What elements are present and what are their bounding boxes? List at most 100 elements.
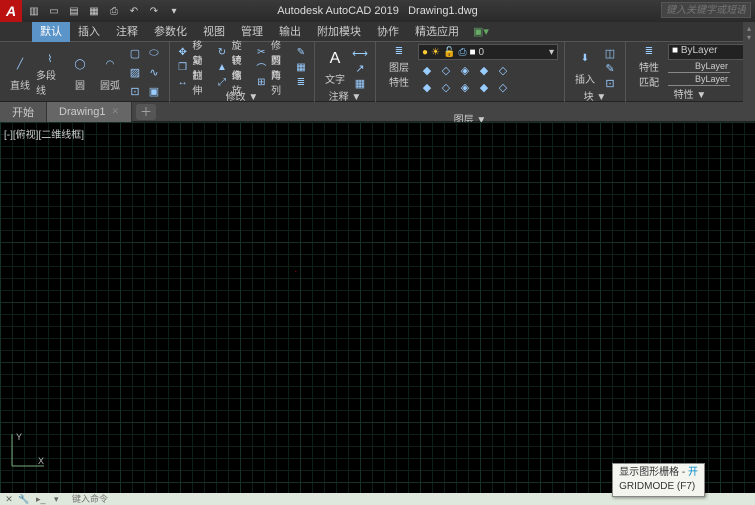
- color-swatch-icon: ■: [469, 47, 475, 58]
- panel-block-label[interactable]: 块 ▼: [571, 88, 619, 104]
- layer-tool-1[interactable]: ◆: [418, 61, 436, 79]
- explode-icon: ▦: [294, 60, 308, 74]
- layer-tool-8[interactable]: ◈: [456, 78, 474, 96]
- panel-modify-label[interactable]: 修改 ▼: [176, 88, 308, 104]
- brush-icon: ✎: [294, 45, 308, 59]
- ucs-icon[interactable]: Y X: [8, 430, 48, 473]
- tooltip-title: 显示图形栅格: [619, 467, 679, 478]
- panel-props: ≣特性 匹配 ■ ByLayer ByLayer ByLayer 特性 ▼: [626, 42, 755, 102]
- panel-draw: ╱直线 ⌇多段线 ◯圆 ◠圆弧 ▢ ⬭ ▨ ∿ ⊡ ▣ 绘图 ▼: [0, 42, 170, 102]
- extra1-button[interactable]: ✎: [294, 44, 308, 60]
- tab-annotate[interactable]: 注释: [108, 22, 146, 42]
- layer-tool-3[interactable]: ◈: [456, 61, 474, 79]
- layer-tool-7[interactable]: ◇: [437, 78, 455, 96]
- document-tabs: 开始 Drawing1✕ ＋: [0, 102, 755, 122]
- hatch-icon[interactable]: ▨: [126, 63, 144, 81]
- qat-open-icon[interactable]: ▭: [46, 3, 62, 19]
- layer-props-button[interactable]: ≣图层 特性: [382, 44, 416, 84]
- text-button[interactable]: A文字: [321, 46, 349, 86]
- color-dropdown[interactable]: ■ ByLayer: [668, 44, 748, 60]
- panel-props-label[interactable]: 特性 ▼: [632, 86, 748, 102]
- ucs-y-label: Y: [16, 432, 22, 442]
- tab-addins[interactable]: 附加模块: [309, 22, 369, 42]
- tab-insert[interactable]: 插入: [70, 22, 108, 42]
- plus-icon: ＋: [140, 103, 152, 120]
- app-name: Autodesk AutoCAD 2019: [277, 5, 399, 17]
- layer-tool-4[interactable]: ◆: [475, 61, 493, 79]
- qat-saveas-icon[interactable]: ▦: [86, 3, 102, 19]
- layer-tool-2[interactable]: ◇: [437, 61, 455, 79]
- scale-icon: ⤢: [215, 75, 228, 89]
- qat-redo-icon[interactable]: ↷: [146, 3, 162, 19]
- search-input[interactable]: [661, 2, 751, 18]
- ucs-x-label: X: [38, 456, 44, 466]
- lock-icon: 🔓: [443, 47, 455, 58]
- array-icon: ⊞: [255, 75, 268, 89]
- doctab-start[interactable]: 开始: [0, 102, 47, 122]
- app-logo[interactable]: A: [0, 0, 22, 22]
- bulb-icon: ●: [422, 47, 428, 58]
- spline-icon[interactable]: ∿: [145, 63, 163, 81]
- tab-featured[interactable]: 精选应用: [407, 22, 467, 42]
- cmd-close-icon[interactable]: ✕: [4, 494, 14, 504]
- qat-dropdown-icon[interactable]: ▾: [166, 3, 182, 19]
- layer-dropdown[interactable]: ● ☀ 🔓 ⎙ ■ 0 ▾: [418, 44, 558, 60]
- layer-tool-9[interactable]: ◆: [475, 78, 493, 96]
- move-icon: ✥: [176, 45, 189, 59]
- panel-annotation-label[interactable]: 注释 ▼: [321, 88, 369, 104]
- polyline-button[interactable]: ⌇多段线: [36, 52, 64, 92]
- match-props-icon: ≣: [638, 46, 660, 57]
- insert-block-icon: ⬇: [574, 48, 596, 69]
- trim-icon: ✂: [255, 45, 268, 59]
- panel-block: ⬇插入 ◫ ✎ ⊡ 块 ▼: [565, 42, 626, 102]
- ribbon: ╱直线 ⌇多段线 ◯圆 ◠圆弧 ▢ ⬭ ▨ ∿ ⊡ ▣ 绘图 ▼ ✥移动 ↻旋转…: [0, 42, 755, 102]
- rotate-icon: ↻: [215, 45, 228, 59]
- cmd-wrench-icon[interactable]: 🔧: [18, 494, 32, 504]
- rect-icon[interactable]: ▢: [126, 44, 144, 62]
- arc-button[interactable]: ◠圆弧: [96, 52, 124, 92]
- title-bar: A ▥ ▭ ▤ ▦ ⎙ ↶ ↷ ▾ Autodesk AutoCAD 2019 …: [0, 0, 755, 22]
- layer-tool-10[interactable]: ◇: [494, 78, 512, 96]
- close-icon[interactable]: ✕: [111, 106, 119, 117]
- point-icon[interactable]: ⊡: [126, 82, 144, 100]
- print-icon: ⎙: [458, 47, 466, 58]
- tooltip-sub: GRIDMODE (F7): [619, 481, 695, 492]
- drawing-canvas[interactable]: [-][俯视][二维线框] Y X: [0, 122, 755, 493]
- circle-button[interactable]: ◯圆: [66, 52, 94, 92]
- line-button[interactable]: ╱直线: [6, 52, 34, 92]
- layer-tool-5[interactable]: ◇: [494, 61, 512, 79]
- qat-new-icon[interactable]: ▥: [26, 3, 42, 19]
- fillet-icon: ⌒: [255, 60, 268, 74]
- insert-block-button[interactable]: ⬇插入: [571, 46, 599, 86]
- grid-background: [0, 122, 755, 493]
- cmd-prompt-icon[interactable]: ▸_: [36, 494, 50, 504]
- lineweight-dropdown[interactable]: ByLayer: [668, 61, 730, 73]
- cmd-chevron-icon[interactable]: ▾: [54, 494, 68, 504]
- panel-layer: ≣图层 特性 ● ☀ 🔓 ⎙ ■ 0 ▾ ◆◇◈◆◇ ◆◇◈◆◇ 图层 ▼: [376, 42, 565, 102]
- qat-undo-icon[interactable]: ↶: [126, 3, 142, 19]
- viewport-label[interactable]: [-][俯视][二维线框]: [4, 126, 84, 141]
- panel-modify: ✥移动 ↻旋转 ✂修剪 ✎ ❐复制 ▲镜像 ⌒圆角 ▦ ↔拉伸 ⤢缩放 ⊞阵列 …: [170, 42, 315, 102]
- layer-tool-grid: ◆◇◈◆◇ ◆◇◈◆◇: [418, 61, 558, 111]
- copy-icon: ❐: [176, 60, 189, 74]
- region-icon[interactable]: ▣: [145, 82, 163, 100]
- tab-parametric[interactable]: 参数化: [146, 22, 195, 42]
- tab-collab[interactable]: 协作: [369, 22, 407, 42]
- text-icon: A: [324, 48, 346, 69]
- layer-tool-6[interactable]: ◆: [418, 78, 436, 96]
- extra2-button[interactable]: ▦: [294, 59, 308, 75]
- ribbon-scroll[interactable]: ▴▾: [743, 22, 755, 120]
- qat-save-icon[interactable]: ▤: [66, 3, 82, 19]
- linetype-dropdown[interactable]: ByLayer: [668, 74, 730, 86]
- chevron-down-icon: ▾: [549, 47, 554, 58]
- match-props-button[interactable]: ≣特性 匹配: [632, 44, 666, 84]
- ellipse-icon[interactable]: ⬭: [145, 44, 163, 62]
- tab-end-icon[interactable]: ▣▾: [473, 25, 489, 38]
- circle-icon: ◯: [69, 54, 91, 75]
- qat-plot-icon[interactable]: ⎙: [106, 3, 122, 19]
- quick-access-toolbar: ▥ ▭ ▤ ▦ ⎙ ↶ ↷ ▾: [26, 3, 182, 19]
- doctab-drawing1[interactable]: Drawing1✕: [47, 102, 132, 122]
- tab-default[interactable]: 默认: [32, 22, 70, 42]
- panel-annotation: A文字 ⟷ ↗ ▦ 注释 ▼: [315, 42, 376, 102]
- doctab-add-button[interactable]: ＋: [136, 104, 156, 120]
